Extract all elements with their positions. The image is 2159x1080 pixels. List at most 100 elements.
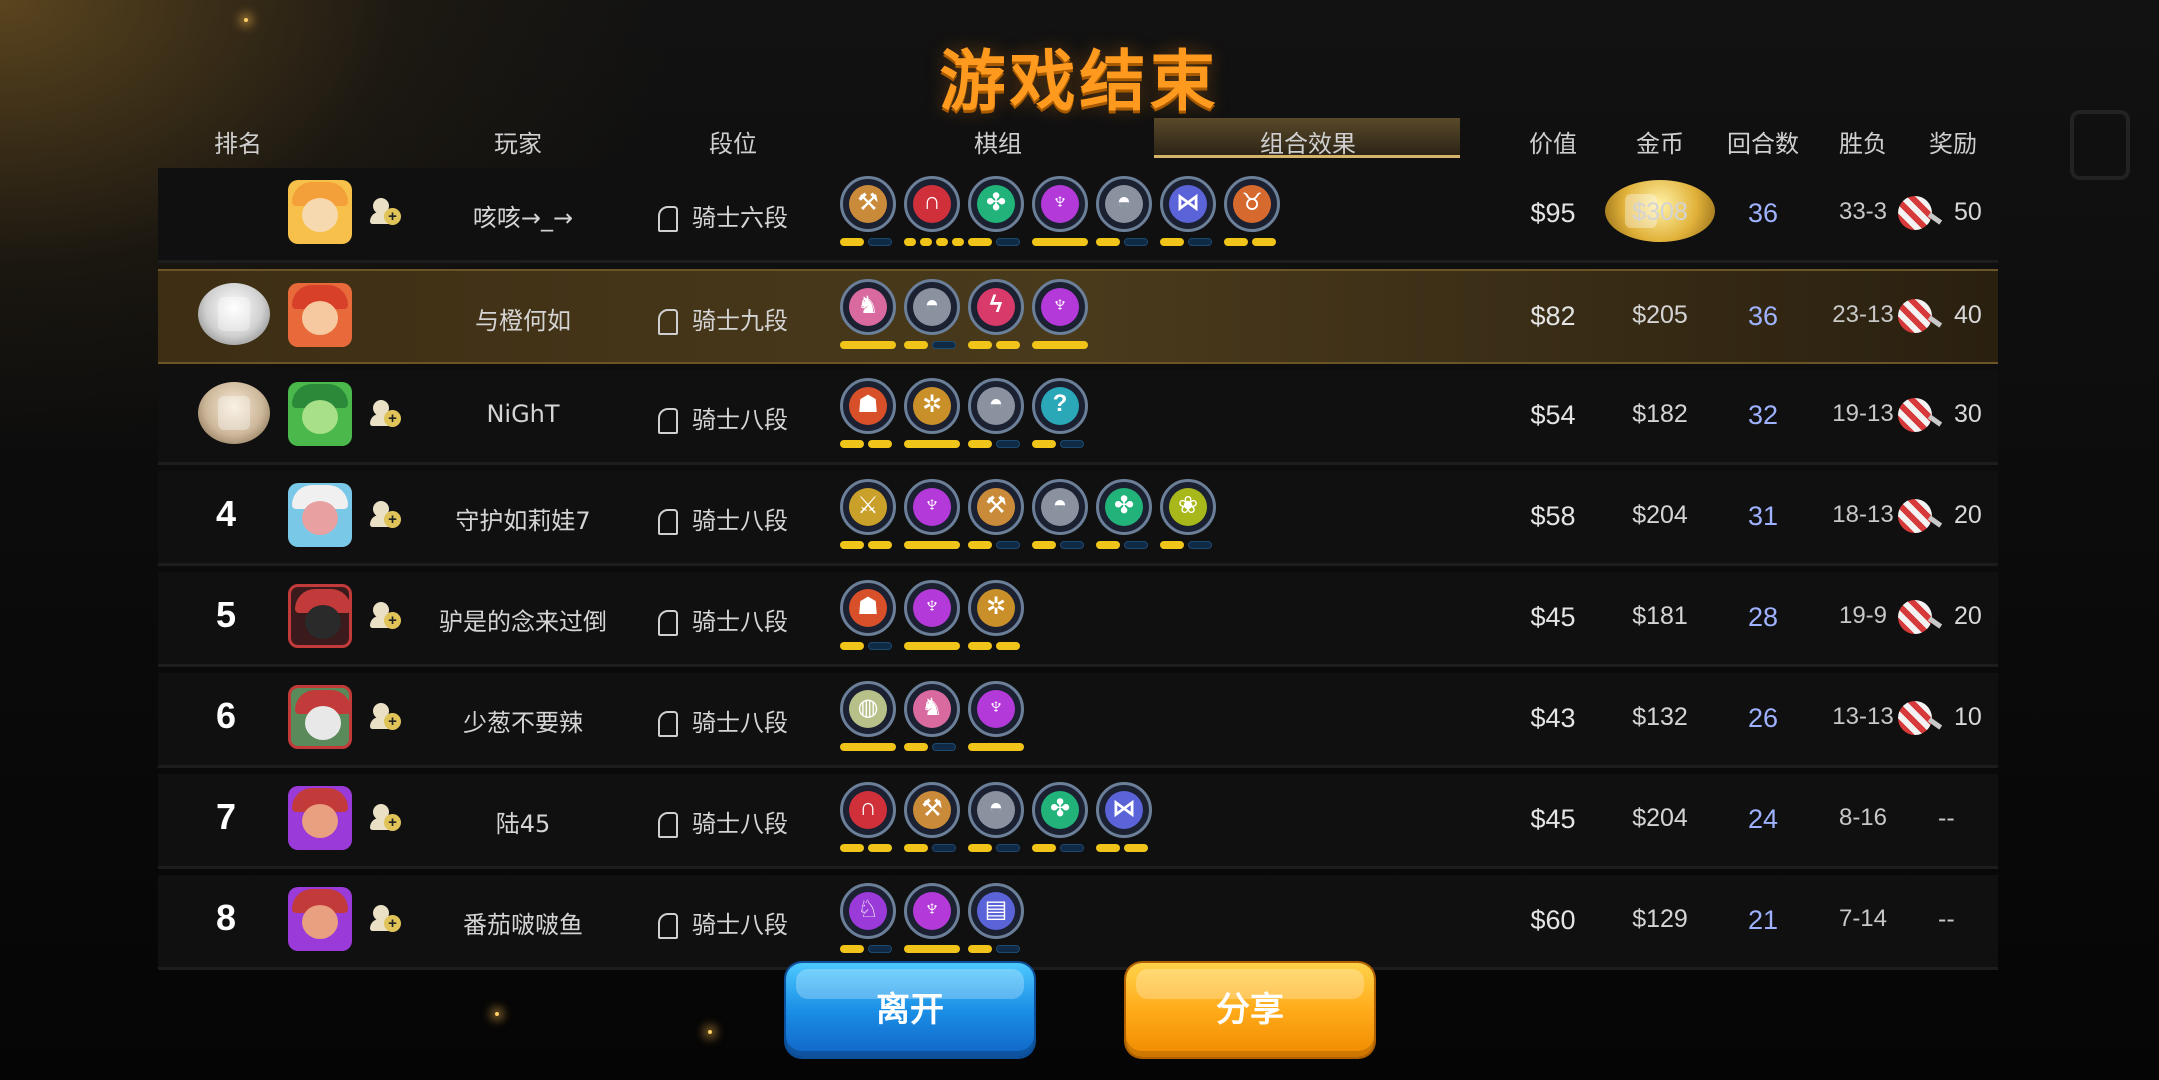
table-row[interactable]: 7 + 陆45 骑士八段 ∩ ⚒ ◓ ✤ ⋈ $45 $204 24 8-16 --: [158, 774, 1998, 869]
table-row[interactable]: 6 + 少葱不要辣 骑士八段 ◍ ♞ ♆ $43 $132 26 13-13 10: [158, 673, 1998, 768]
level-pip: [904, 238, 916, 246]
axe-icon[interactable]: ⚒: [968, 479, 1024, 535]
table-row[interactable]: + NiGhT 骑士八段 ☗ ✲ ◓? $54 $182 32 19-13 30: [158, 370, 1998, 465]
axe-icon[interactable]: ⚒: [840, 176, 896, 232]
add-friend-icon[interactable]: +: [370, 701, 402, 733]
add-friend-icon[interactable]: +: [370, 398, 402, 430]
arch-icon[interactable]: ∩: [904, 176, 960, 232]
paw-icon[interactable]: ✤: [968, 176, 1024, 232]
scroll-icon[interactable]: ▤: [968, 883, 1024, 939]
avatar[interactable]: [288, 180, 352, 244]
gear-icon[interactable]: ✲: [968, 580, 1024, 636]
level-pip: [868, 440, 892, 448]
tier-label: 骑士八段: [692, 911, 788, 939]
table-row[interactable]: + 咳咳→_→ 骑士六段 ⚒ ∩ ✤ ♆ ◓ ⋈ ♉ $95 $308 36 33-3 50: [158, 168, 1998, 263]
header-combo[interactable]: 组合效果: [1238, 124, 1378, 159]
tier-label: 骑士九段: [692, 307, 788, 335]
helmet-icon[interactable]: ◓: [1032, 479, 1088, 535]
avatar[interactable]: [288, 283, 352, 347]
plus-icon: +: [384, 511, 401, 528]
paw-icon[interactable]: ✤: [1032, 782, 1088, 838]
fishbone-icon[interactable]: ⋈: [1096, 782, 1152, 838]
helmet-icon[interactable]: ◓: [904, 279, 960, 335]
level-pip: [840, 844, 864, 852]
player-name: 少葱不要辣: [463, 709, 583, 737]
avatar[interactable]: [288, 483, 352, 547]
value-cell: $82: [1530, 301, 1576, 331]
gear-icon[interactable]: ✲: [904, 378, 960, 434]
rank-number: 7: [215, 796, 237, 837]
avatar[interactable]: [288, 786, 352, 850]
level-pip: [996, 238, 1020, 246]
axe-icon[interactable]: ⚒: [904, 782, 960, 838]
level-pip: [1060, 541, 1084, 549]
level-pip: [868, 238, 892, 246]
rank-medal-icon: [198, 283, 270, 345]
rider-icon[interactable]: ♘: [840, 883, 896, 939]
add-friend-icon[interactable]: +: [370, 802, 402, 834]
table-row[interactable]: 4 + 守护如莉娃7 骑士八段 ⚔ ♆ ⚒ ◓ ✤ ❀ $58 $204 31 18-13 20: [158, 471, 1998, 566]
tier: 骑士八段: [658, 400, 818, 435]
demon-icon[interactable]: ♆: [904, 479, 960, 535]
flame-icon[interactable]: ϟ: [968, 279, 1024, 335]
ogre-icon[interactable]: ☗: [840, 378, 896, 434]
level-pip: [840, 945, 864, 953]
add-friend-icon[interactable]: +: [370, 600, 402, 632]
helmet-icon[interactable]: ◓: [968, 782, 1024, 838]
table-row[interactable]: 与橙何如 骑士九段 ♞ ◓ ϟ ♆ $82 $205 36 23-13 40: [158, 269, 1998, 364]
table-row[interactable]: 8 + 番茄啵啵鱼 骑士八段 ♘ ♆ ▤ $60 $129 21 7-14 --: [158, 875, 1998, 970]
level-pip: [1124, 844, 1148, 852]
paw-icon[interactable]: ✤: [1096, 479, 1152, 535]
helmet-icon[interactable]: ◓: [968, 378, 1024, 434]
level-pip: [968, 844, 992, 852]
trait-glyph: ∩: [859, 794, 877, 821]
add-friend-icon[interactable]: +: [370, 903, 402, 935]
tier-label: 骑士八段: [692, 810, 788, 838]
horned-helmet-icon[interactable]: ♉: [1224, 176, 1280, 232]
level-pip: [1188, 238, 1212, 246]
table-row[interactable]: 5 + 驴是的念来过倒 骑士八段 ☗ ♆ ✲ $45 $181 28 19-9 20: [158, 572, 1998, 667]
gold-cell: $132: [1632, 703, 1688, 731]
level-pip: [1252, 238, 1276, 246]
leave-label: 离开: [876, 990, 944, 1030]
leave-button[interactable]: 离开: [786, 963, 1034, 1057]
trait-glyph: ◓: [988, 390, 1004, 417]
knight-piece-icon[interactable]: ♞: [840, 279, 896, 335]
helmet-icon[interactable]: ◓: [1096, 176, 1152, 232]
level-pip: [1124, 238, 1148, 246]
header-lineup[interactable]: 棋组: [958, 124, 1038, 159]
demon-icon[interactable]: ♆: [1032, 176, 1088, 232]
avatar[interactable]: [288, 382, 352, 446]
level-pip: [904, 440, 960, 448]
add-friend-icon[interactable]: +: [370, 499, 402, 531]
value-cell: $43: [1530, 703, 1576, 733]
avatar[interactable]: [288, 887, 352, 951]
blob-icon[interactable]: ❀: [1160, 479, 1216, 535]
fishbone-icon[interactable]: ⋈: [1160, 176, 1216, 232]
trait-glyph: ✤: [1049, 795, 1071, 822]
value-cell: $45: [1530, 602, 1576, 632]
swords-icon[interactable]: ⚔: [840, 479, 896, 535]
avatar[interactable]: [288, 685, 352, 749]
level-pip: [968, 541, 992, 549]
sparkle: [495, 1012, 499, 1016]
demon-icon[interactable]: ♆: [904, 883, 960, 939]
share-button[interactable]: 分享: [1126, 963, 1374, 1057]
level-pip: [1060, 440, 1084, 448]
demon-icon[interactable]: ♆: [1032, 279, 1088, 335]
demon-icon[interactable]: ♆: [904, 580, 960, 636]
player-name: 守护如莉娃7: [455, 507, 591, 535]
demon-icon[interactable]: ♆: [968, 681, 1024, 737]
add-friend-icon[interactable]: +: [370, 196, 402, 228]
candy-stick: [1927, 717, 1943, 730]
level-pip: [968, 743, 1024, 751]
level-pip: [1188, 541, 1212, 549]
knight-piece-icon[interactable]: ♞: [904, 681, 960, 737]
ogre-icon[interactable]: ☗: [840, 580, 896, 636]
avatar[interactable]: [288, 584, 352, 648]
avatar-face: [302, 804, 338, 838]
arch-icon[interactable]: ∩: [840, 782, 896, 838]
shell-icon[interactable]: ◍: [840, 681, 896, 737]
level-pip: [1096, 238, 1120, 246]
hook-icon[interactable]: ?: [1032, 378, 1088, 434]
